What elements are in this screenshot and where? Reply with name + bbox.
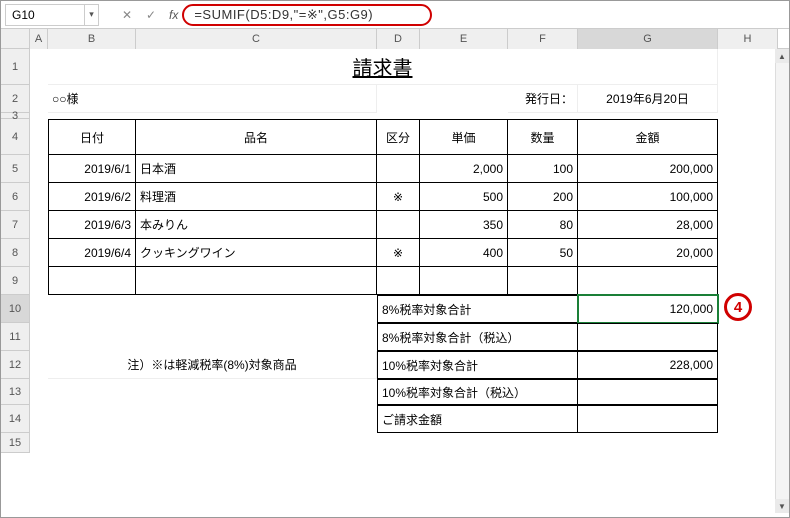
row-header-11[interactable]: 11 bbox=[1, 323, 29, 351]
row-header-10[interactable]: 10 bbox=[1, 295, 29, 323]
cell-qty[interactable]: 50 bbox=[508, 239, 578, 267]
cancel-icon[interactable]: ✕ bbox=[115, 4, 139, 26]
vertical-scrollbar[interactable]: ▲ ▼ bbox=[775, 49, 789, 513]
th-name: 品名 bbox=[136, 119, 377, 155]
sheet-area: ABCDEFGH 123456789101112131415 請求書○○様発行日… bbox=[1, 29, 789, 513]
cell-class[interactable] bbox=[377, 211, 420, 239]
cell-date[interactable]: 2019/6/1 bbox=[48, 155, 136, 183]
cell[interactable] bbox=[420, 267, 508, 295]
fx-icon[interactable]: fx bbox=[163, 8, 184, 22]
cell-qty[interactable]: 100 bbox=[508, 155, 578, 183]
cell-name[interactable]: 本みりん bbox=[136, 211, 377, 239]
summary-label: 10%税率対象合計 bbox=[377, 351, 578, 379]
col-header-C[interactable]: C bbox=[136, 29, 377, 49]
select-all-corner[interactable] bbox=[1, 29, 30, 49]
summary-value[interactable] bbox=[578, 405, 718, 433]
cell-price[interactable]: 2,000 bbox=[420, 155, 508, 183]
scroll-down-icon[interactable]: ▼ bbox=[775, 499, 789, 513]
row-header-12[interactable]: 12 bbox=[1, 351, 29, 379]
name-box-dropdown[interactable]: ▾ bbox=[85, 4, 99, 26]
th-class: 区分 bbox=[377, 119, 420, 155]
cell-price[interactable]: 500 bbox=[420, 183, 508, 211]
cell-amount[interactable]: 28,000 bbox=[578, 211, 718, 239]
cell-amount[interactable]: 20,000 bbox=[578, 239, 718, 267]
cell[interactable] bbox=[136, 267, 377, 295]
formula-bar: G10 ▾ ✕ ✓ fx =SUMIF(D5:D9,"=※",G5:G9) bbox=[1, 1, 789, 29]
cell-qty[interactable]: 200 bbox=[508, 183, 578, 211]
row-header-1[interactable]: 1 bbox=[1, 49, 29, 85]
cell-date[interactable]: 2019/6/2 bbox=[48, 183, 136, 211]
cell-price[interactable]: 400 bbox=[420, 239, 508, 267]
col-header-A[interactable]: A bbox=[30, 29, 48, 49]
th-price: 単価 bbox=[420, 119, 508, 155]
scroll-up-icon[interactable]: ▲ bbox=[775, 49, 789, 63]
row-header-13[interactable]: 13 bbox=[1, 379, 29, 405]
col-header-D[interactable]: D bbox=[377, 29, 420, 49]
cell-name[interactable]: クッキングワイン bbox=[136, 239, 377, 267]
row-header-4[interactable]: 4 bbox=[1, 119, 29, 155]
cell-date[interactable]: 2019/6/3 bbox=[48, 211, 136, 239]
cell-qty[interactable]: 80 bbox=[508, 211, 578, 239]
row-header-5[interactable]: 5 bbox=[1, 155, 29, 183]
cell-class[interactable]: ※ bbox=[377, 183, 420, 211]
row-header-6[interactable]: 6 bbox=[1, 183, 29, 211]
formula-input[interactable]: =SUMIF(D5:D9,"=※",G5:G9) bbox=[182, 4, 432, 26]
row-header-9[interactable]: 9 bbox=[1, 267, 29, 295]
th-qty: 数量 bbox=[508, 119, 578, 155]
client-name: ○○様 bbox=[48, 85, 377, 113]
cell-date[interactable]: 2019/6/4 bbox=[48, 239, 136, 267]
issue-date-label: 発行日： bbox=[508, 85, 578, 113]
note: 注）※は軽減税率(8%)対象商品 bbox=[48, 351, 377, 379]
row-header-14[interactable]: 14 bbox=[1, 405, 29, 433]
row-header-15[interactable]: 15 bbox=[1, 433, 29, 453]
callout-4: 4 bbox=[724, 293, 752, 321]
row-header-7[interactable]: 7 bbox=[1, 211, 29, 239]
col-header-F[interactable]: F bbox=[508, 29, 578, 49]
cell[interactable] bbox=[578, 267, 718, 295]
cell[interactable] bbox=[508, 267, 578, 295]
row-headers: 123456789101112131415 bbox=[1, 49, 30, 453]
cell-class[interactable]: ※ bbox=[377, 239, 420, 267]
summary-value[interactable] bbox=[578, 379, 718, 405]
th-date: 日付 bbox=[48, 119, 136, 155]
col-header-B[interactable]: B bbox=[48, 29, 136, 49]
cell[interactable] bbox=[377, 267, 420, 295]
grid[interactable]: 請求書○○様 発行日：2019年6月20日日付品名区分単価数量金額 2019/6/1… bbox=[30, 49, 789, 513]
summary-value[interactable] bbox=[578, 323, 718, 351]
issue-date: 2019年6月20日 bbox=[578, 85, 718, 113]
cell-name[interactable]: 料理酒 bbox=[136, 183, 377, 211]
summary-value[interactable]: 120,000 bbox=[578, 295, 718, 323]
th-amount: 金額 bbox=[578, 119, 718, 155]
col-header-E[interactable]: E bbox=[420, 29, 508, 49]
cell-amount[interactable]: 200,000 bbox=[578, 155, 718, 183]
name-box-value: G10 bbox=[12, 8, 35, 22]
summary-label: ご請求金額 bbox=[377, 405, 578, 433]
col-header-G[interactable]: G bbox=[578, 29, 718, 49]
column-headers: ABCDEFGH bbox=[30, 29, 789, 49]
name-box[interactable]: G10 bbox=[5, 4, 85, 26]
summary-value[interactable]: 228,000 bbox=[578, 351, 718, 379]
summary-label: 8%税率対象合計 bbox=[377, 295, 578, 323]
cell[interactable] bbox=[48, 267, 136, 295]
cell-name[interactable]: 日本酒 bbox=[136, 155, 377, 183]
enter-icon[interactable]: ✓ bbox=[139, 4, 163, 26]
cell-class[interactable] bbox=[377, 155, 420, 183]
summary-label: 8%税率対象合計（税込） bbox=[377, 323, 578, 351]
formula-text: =SUMIF(D5:D9,"=※",G5:G9) bbox=[194, 7, 373, 22]
page-title: 請求書 bbox=[48, 49, 718, 85]
summary-label: 10%税率対象合計（税込） bbox=[377, 379, 578, 405]
cell-price[interactable]: 350 bbox=[420, 211, 508, 239]
col-header-H[interactable]: H bbox=[718, 29, 778, 49]
cell-amount[interactable]: 100,000 bbox=[578, 183, 718, 211]
row-header-8[interactable]: 8 bbox=[1, 239, 29, 267]
